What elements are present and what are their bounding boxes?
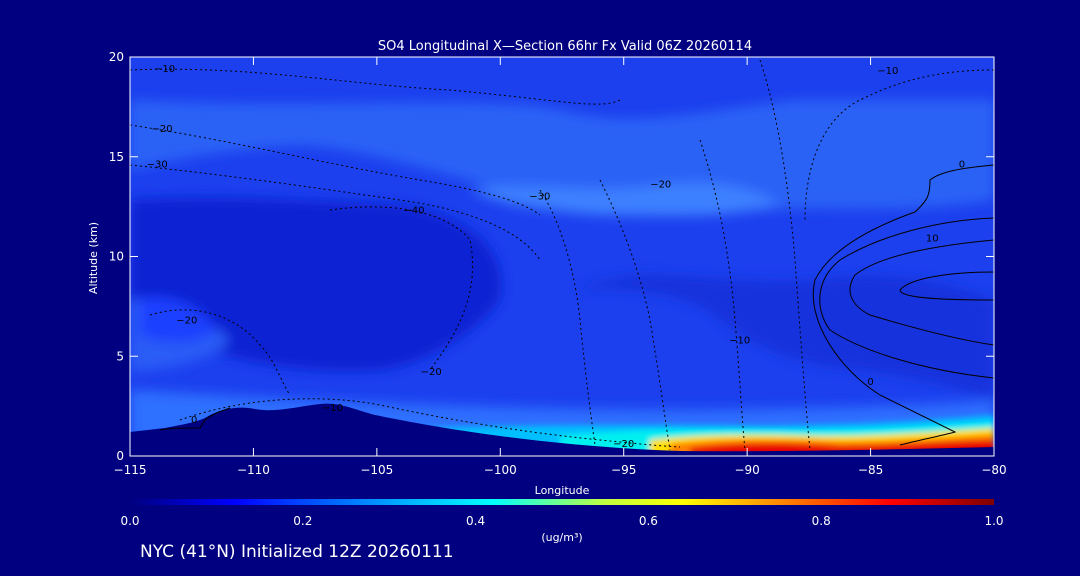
contour-label: −20 <box>421 367 442 378</box>
x-axis-label: Longitude <box>535 484 590 497</box>
y-tick-label: 20 <box>109 50 124 64</box>
chart-title: SO4 Longitudinal X—Section 66hr Fx Valid… <box>378 39 752 54</box>
y-axis-label: Altitude (km) <box>87 222 100 294</box>
colorbar-tick-label: 0.6 <box>639 514 658 528</box>
y-tick-label: 10 <box>109 250 124 264</box>
colorbar-unit-label: (ug/m³) <box>541 531 582 544</box>
x-tick-label: −80 <box>981 463 1006 477</box>
colorbar-tick-label: 1.0 <box>984 514 1003 528</box>
contour-label: −30 <box>529 192 550 203</box>
chart-canvas: SO4 Longitudinal X—Section 66hr Fx Valid… <box>87 39 1007 544</box>
colorbar-tick-label: 0.4 <box>466 514 485 528</box>
contour-label: −20 <box>176 315 197 326</box>
y-tick-label: 0 <box>116 449 124 463</box>
contour-label: 0 <box>191 415 197 426</box>
x-tick-label: −95 <box>611 463 636 477</box>
contour-label: −20 <box>650 180 671 191</box>
contour-label: −30 <box>147 160 168 171</box>
contour-label: −10 <box>729 335 750 346</box>
y-tick-label: 15 <box>109 150 124 164</box>
footer-caption: NYC (41°N) Initialized 12Z 20260111 <box>140 542 454 562</box>
contour-label: 10 <box>926 234 939 245</box>
colorbar-ticks: 0.0 0.2 0.4 0.6 0.8 1.0 <box>120 514 1003 528</box>
colorbar-tick-label: 0.8 <box>812 514 831 528</box>
x-tick-label: −115 <box>114 463 147 477</box>
plot-area <box>130 57 994 456</box>
x-tick-label: −85 <box>858 463 883 477</box>
x-tick-label: −90 <box>734 463 759 477</box>
contour-label: −10 <box>322 403 343 414</box>
contour-label: 0 <box>959 160 965 171</box>
contour-label: −10 <box>877 66 898 77</box>
colorbar-tick-label: 0.0 <box>120 514 139 528</box>
contour-label: 0 <box>867 377 873 388</box>
contour-label: −40 <box>403 206 424 217</box>
contour-label: −10 <box>154 64 175 75</box>
colorbar <box>130 499 994 505</box>
y-tick-label: 5 <box>116 349 124 363</box>
x-tick-label: −100 <box>484 463 517 477</box>
contour-label: −20 <box>152 124 173 135</box>
colorbar-tick-label: 0.2 <box>293 514 312 528</box>
x-tick-label: −105 <box>360 463 393 477</box>
x-tick-label: −110 <box>237 463 270 477</box>
